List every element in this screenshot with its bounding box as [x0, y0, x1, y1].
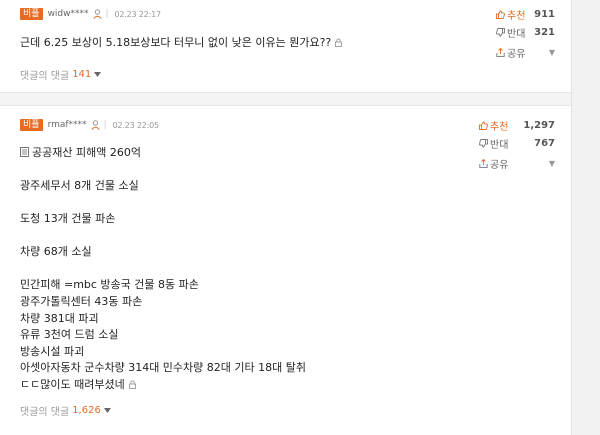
comment-separator [0, 92, 571, 106]
meta-divider: | [105, 9, 109, 19]
author-name[interactable]: rmaf**** [48, 120, 87, 130]
comment-item: 비플 widw**** | 02.23 22:17 근데 6.25 보상이 5.… [0, 0, 571, 92]
user-icon[interactable] [92, 9, 102, 19]
replies-count: 1,626 [72, 405, 101, 416]
comment-line-3: 도청 13개 건물 파손 [20, 212, 116, 225]
comment-date: 02.23 22:05 [112, 120, 160, 130]
oppose-button[interactable]: 반대 767 [479, 136, 555, 151]
lock-icon [128, 380, 137, 389]
caret-down-icon[interactable]: ▼ [549, 48, 555, 57]
share-button[interactable]: 공유 ▼ [479, 156, 555, 171]
comment-line: 근데 6.25 보상이 5.18보상보다 터무니 없이 낮은 이유는 뭔가요?? [20, 36, 332, 49]
comment-panel: 비플 widw**** | 02.23 22:17 근데 6.25 보상이 5.… [0, 0, 572, 435]
comment-date: 02.23 22:17 [114, 9, 162, 19]
thumb-up-icon [479, 120, 488, 130]
thumb-down-icon [496, 27, 505, 37]
best-badge: 비플 [20, 8, 43, 20]
comment-line-2: 광주세무서 8개 건물 소실 [20, 179, 139, 192]
comment-line-6: 광주가톨릭센터 43동 파손 [20, 295, 143, 308]
recommend-count: 1,297 [523, 119, 555, 131]
replies-toggle[interactable]: 댓글의 댓글 1,626 [20, 403, 111, 418]
caret-down-icon [103, 405, 111, 416]
document-icon [20, 147, 29, 157]
share-label: 공유 [507, 48, 526, 60]
comment-line-11: ㄷㄷ많이도 때려부셨네 [20, 376, 137, 392]
replies-label: 댓글의 댓글 [20, 71, 70, 82]
share-button[interactable]: 공유 ▼ [496, 45, 555, 60]
comment-line-8: 유류 3천여 드럼 소실 [20, 328, 119, 341]
comment-line-9: 방송시설 파괴 [20, 345, 85, 358]
oppose-label: 반대 [507, 28, 526, 40]
caret-down-icon[interactable]: ▼ [549, 159, 555, 168]
thumb-down-icon [479, 138, 488, 148]
replies-label: 댓글의 댓글 [20, 407, 70, 418]
comment-line-5: 민간피해 =mbc 방송국 건물 8동 파손 [20, 278, 199, 291]
meta-divider: | [103, 120, 107, 130]
comment-item: 비플 rmaf**** | 02.23 22:05 공공재산 피해액 260억 … [0, 106, 571, 435]
comment-meta: 비플 widw**** | 02.23 22:17 [20, 7, 161, 21]
oppose-count: 321 [534, 26, 555, 38]
caret-down-icon [94, 69, 102, 80]
recommend-label: 추천 [507, 10, 526, 22]
comment-line-4: 차량 68개 소실 [20, 245, 92, 258]
comment-line-10: 아셋아자동차 군수차량 314대 민수차량 82대 기타 18대 탈취 [20, 361, 306, 374]
oppose-label: 반대 [490, 139, 509, 151]
share-icon [496, 47, 505, 57]
recommend-button[interactable]: 추천 1,297 [479, 118, 555, 133]
recommend-count: 911 [534, 8, 555, 20]
share-icon [479, 158, 488, 168]
lock-icon [334, 38, 343, 47]
recommend-button[interactable]: 추천 911 [496, 7, 555, 22]
comment-line-7: 차량 381대 파괴 [20, 312, 99, 325]
author-name[interactable]: widw**** [48, 9, 89, 19]
thumb-up-icon [496, 9, 505, 19]
replies-count: 141 [72, 69, 92, 80]
recommend-label: 추천 [490, 121, 509, 133]
user-icon[interactable] [90, 120, 100, 130]
comment-text: 근데 6.25 보상이 5.18보상보다 터무니 없이 낮은 이유는 뭔가요?? [20, 34, 343, 50]
share-label: 공유 [490, 159, 509, 171]
replies-toggle[interactable]: 댓글의 댓글 141 [20, 67, 102, 82]
oppose-button[interactable]: 반대 321 [496, 25, 555, 40]
best-badge: 비플 [20, 119, 43, 131]
comment-line-1: 공공재산 피해액 260억 [20, 144, 141, 160]
comment-meta: 비플 rmaf**** | 02.23 22:05 [20, 118, 159, 132]
oppose-count: 767 [534, 137, 555, 149]
